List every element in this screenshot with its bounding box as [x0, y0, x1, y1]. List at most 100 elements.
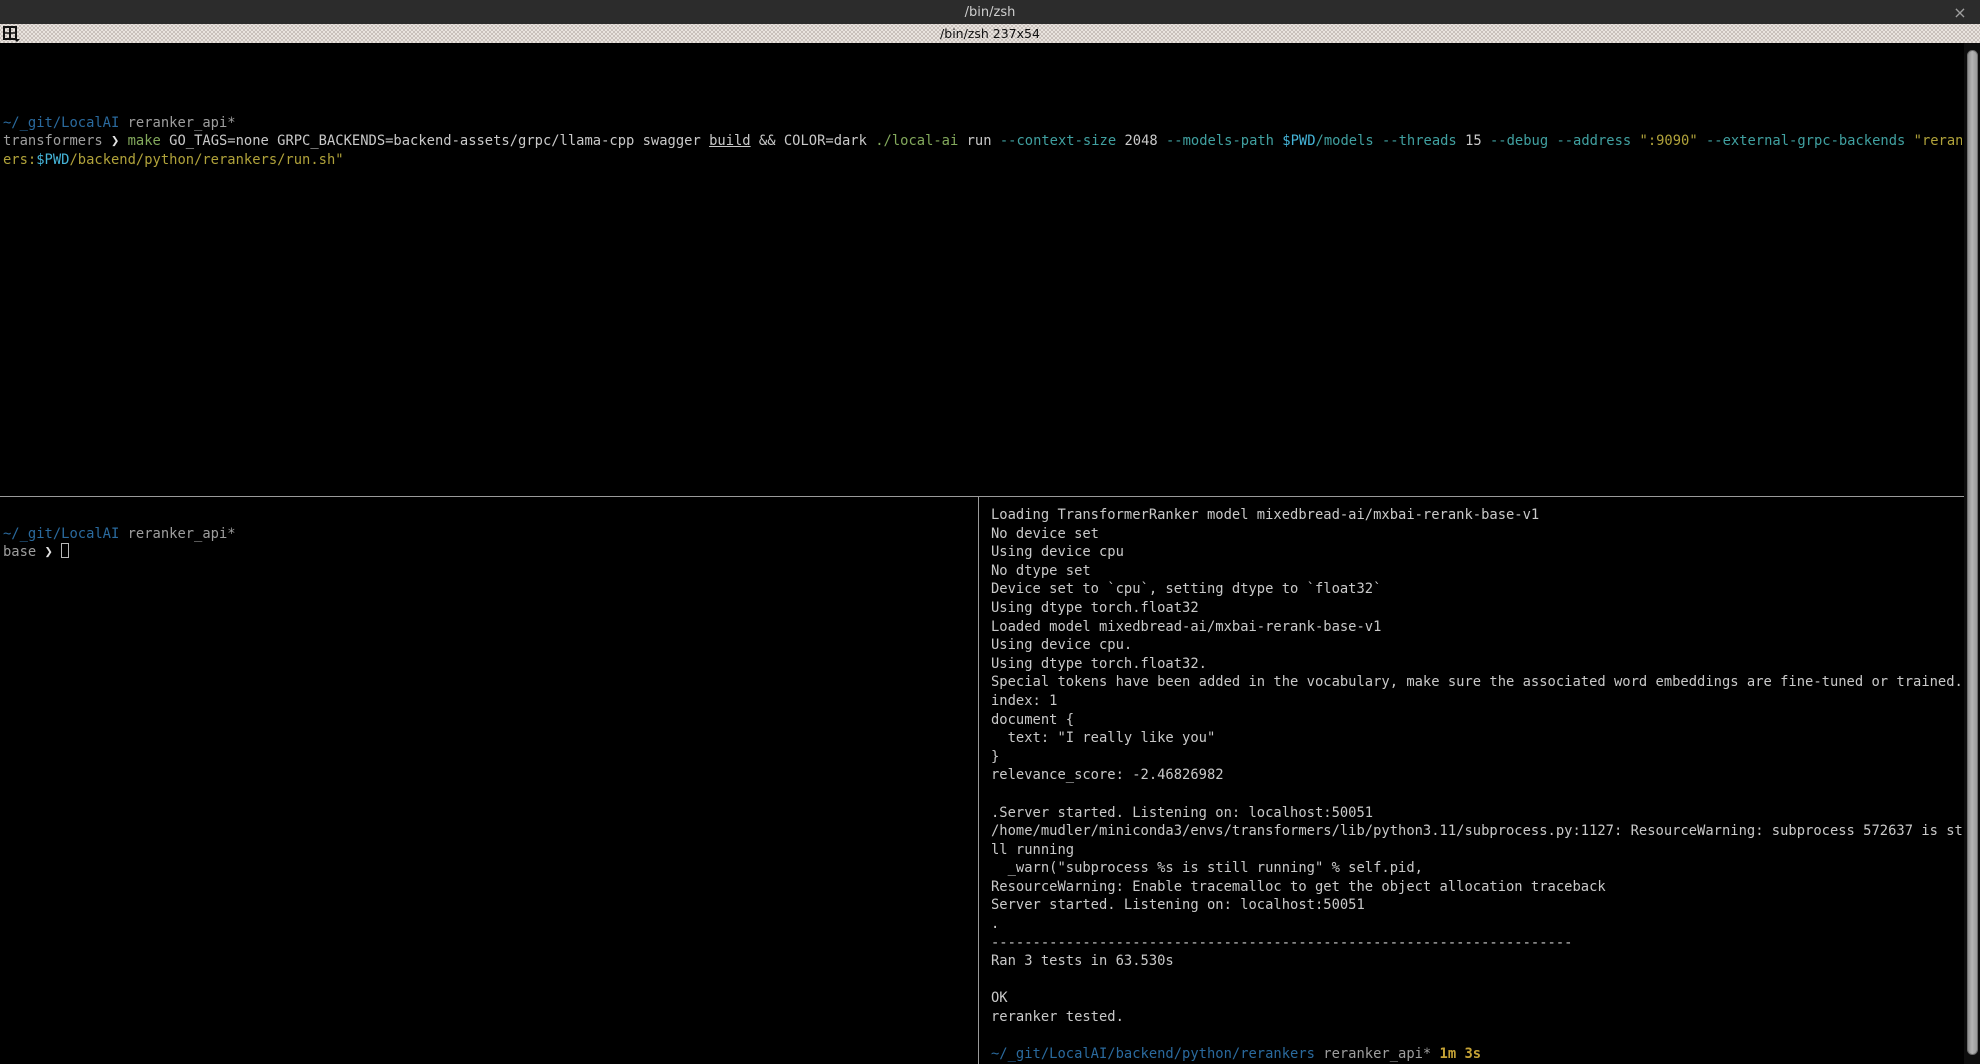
terminal-line: base ❯: [3, 543, 973, 562]
pane-border-vertical[interactable]: [978, 497, 979, 1064]
tab-bar: /bin/zsh 237x54: [0, 24, 1980, 43]
scrollbar-track[interactable]: [1964, 43, 1980, 1064]
terminal-line: [3, 95, 1962, 114]
close-icon: ×: [1953, 3, 1966, 22]
terminal-line: [991, 1027, 1964, 1046]
text-segment: ❯: [45, 544, 62, 560]
text-segment: GO_TAGS=none GRPC_BACKENDS=backend-asset…: [169, 133, 709, 149]
text-segment: build: [709, 133, 751, 149]
text-segment: Loaded model mixedbread-ai/mxbai-rerank-…: [991, 619, 1381, 635]
text-segment: /models: [1316, 133, 1382, 149]
text-segment: Ran 3 tests in 63.530s: [991, 953, 1174, 969]
text-segment: 2048: [1124, 133, 1166, 149]
text-segment: relevance_score: -2.46826982: [991, 767, 1224, 783]
terminal-line: [991, 785, 1964, 804]
text-segment: Using device cpu: [991, 544, 1124, 560]
text-segment: --models-path: [1166, 133, 1282, 149]
terminal-line: Using dtype torch.float32: [991, 599, 1964, 618]
text-segment: ~/_git/LocalAI/backend/python/rerankers: [991, 1046, 1315, 1062]
terminal-line: Server started. Listening on: localhost:…: [991, 896, 1964, 915]
terminal-line: Using dtype torch.float32.: [991, 655, 1964, 674]
text-segment: reranker_api*: [1315, 1046, 1431, 1062]
terminal-line: ResourceWarning: Enable tracemalloc to g…: [991, 878, 1964, 897]
terminal-line: Loaded model mixedbread-ai/mxbai-rerank-…: [991, 618, 1964, 637]
terminal-line: [991, 971, 1964, 990]
text-segment: OK: [991, 990, 1008, 1006]
text-segment: reranker_api*: [119, 526, 235, 542]
text-segment: transformers: [3, 133, 111, 149]
terminal-line: document {: [991, 711, 1964, 730]
window-titlebar: /bin/zsh ×: [0, 0, 1980, 24]
terminal-line: Ran 3 tests in 63.530s: [991, 952, 1964, 971]
text-segment: make: [128, 133, 170, 149]
text-segment: index: 1: [991, 693, 1057, 709]
pane-border-horizontal[interactable]: [0, 496, 1964, 497]
terminal-line: Using device cpu.: [991, 636, 1964, 655]
text-segment: /backend/python/rerankers/run.sh": [69, 152, 343, 168]
text-segment: base: [3, 544, 45, 560]
close-button[interactable]: ×: [1948, 0, 1972, 24]
terminal-line: _warn("subprocess %s is still running" %…: [991, 859, 1964, 878]
terminal-line: OK: [991, 989, 1964, 1008]
scrollbar-thumb[interactable]: [1967, 50, 1978, 1055]
text-segment: --threads: [1382, 133, 1465, 149]
text-segment: text: "I really like you": [991, 730, 1215, 746]
terminal-line: /home/mudler/miniconda3/envs/transformer…: [991, 822, 1964, 841]
text-segment: Special tokens have been added in the vo…: [991, 674, 1963, 690]
tab-title: /bin/zsh 237x54: [940, 26, 1040, 41]
text-segment: ./local-ai: [875, 133, 966, 149]
text-segment: Using dtype torch.float32.: [991, 656, 1207, 672]
window-menu-icon: [3, 26, 23, 42]
terminal-line: Special tokens have been added in the vo…: [991, 673, 1964, 692]
text-segment: _warn("subprocess %s is still running" %…: [991, 860, 1423, 876]
text-segment: --debug: [1490, 133, 1556, 149]
terminal-line: transformers ❯ make GO_TAGS=none GRPC_BA…: [3, 132, 1962, 151]
terminal-screen[interactable]: ~/_git/LocalAI reranker_api*transformers…: [0, 43, 1964, 1064]
pane-top[interactable]: ~/_git/LocalAI reranker_api*transformers…: [3, 95, 1962, 191]
text-segment: "rerank: [1914, 133, 1962, 149]
text-segment: Device set to `cpu`, setting dtype to `f…: [991, 581, 1381, 597]
terminal-line: [3, 506, 973, 525]
terminal-line: ----------------------------------------…: [991, 934, 1964, 953]
text-segment: reranker_api*: [119, 115, 235, 131]
terminal-line: Loading TransformerRanker model mixedbre…: [991, 506, 1964, 525]
text-segment: .: [991, 916, 999, 932]
terminal-line: ll running: [991, 841, 1964, 860]
text-segment: --external-grpc-backends: [1706, 133, 1914, 149]
terminal-line: reranker tested.: [991, 1008, 1964, 1027]
terminal-line: Using device cpu: [991, 543, 1964, 562]
text-segment: ResourceWarning: Enable tracemalloc to g…: [991, 879, 1606, 895]
text-segment: Using dtype torch.float32: [991, 600, 1199, 616]
text-segment: ers:: [3, 152, 36, 168]
terminal-line: relevance_score: -2.46826982: [991, 766, 1964, 785]
text-segment: $PWD: [36, 152, 69, 168]
terminal-line: No dtype set: [991, 562, 1964, 581]
text-segment: ll running: [991, 842, 1074, 858]
terminal-line: index: 1: [991, 692, 1964, 711]
terminal-line: ~/_git/LocalAI reranker_api*: [3, 525, 973, 544]
terminal-line: ~/_git/LocalAI/backend/python/rerankers …: [991, 1045, 1964, 1064]
text-segment: 1m 3s: [1431, 1046, 1481, 1062]
text-segment: .Server started. Listening on: localhost…: [991, 805, 1373, 821]
text-segment: No device set: [991, 526, 1099, 542]
terminal-line: ers:$PWD/backend/python/rerankers/run.sh…: [3, 151, 1962, 170]
terminal-cursor: [61, 543, 69, 558]
text-segment: ❯: [111, 133, 128, 149]
pane-bottom-right[interactable]: Loading TransformerRanker model mixedbre…: [991, 506, 1964, 1064]
text-segment: && COLOR=dark: [751, 133, 876, 149]
text-segment: /home/mudler/miniconda3/envs/transformer…: [991, 823, 1964, 839]
pane-bottom-left[interactable]: ~/_git/LocalAI reranker_api*base ❯: [3, 506, 973, 1064]
text-segment: --address: [1556, 133, 1639, 149]
text-segment: ----------------------------------------…: [991, 935, 1572, 951]
text-segment: --context-size: [1000, 133, 1125, 149]
terminal-line: .Server started. Listening on: localhost…: [991, 804, 1964, 823]
terminal-line: ~/_git/LocalAI reranker_api*: [3, 114, 1962, 133]
text-segment: Server started. Listening on: localhost:…: [991, 897, 1365, 913]
text-segment: reranker tested.: [991, 1009, 1124, 1025]
terminal-line: Device set to `cpu`, setting dtype to `f…: [991, 580, 1964, 599]
text-segment: ~/_git/LocalAI: [3, 526, 119, 542]
text-segment: document {: [991, 712, 1074, 728]
menu-button[interactable]: [3, 25, 25, 42]
text-segment: ~/_git/LocalAI: [3, 115, 119, 131]
text-segment: ":9090": [1640, 133, 1706, 149]
